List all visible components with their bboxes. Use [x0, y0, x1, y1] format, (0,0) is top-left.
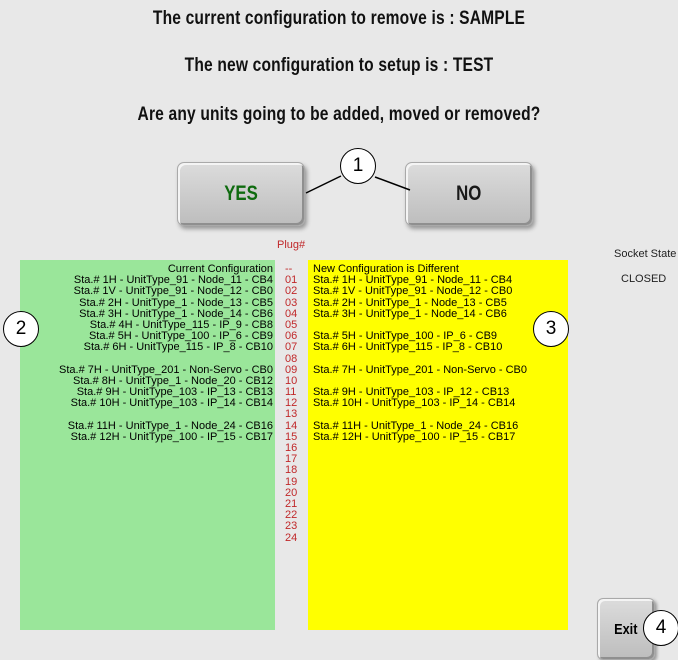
new_config-row: Sta.# 7H - UnitType_201 - Non-Servo - CB… — [313, 363, 527, 376]
current-configuration-panel: Current Configuration Sta.# 1H - UnitType… — [20, 260, 275, 630]
plug-number-header: Plug# — [277, 239, 306, 251]
socket-state-value: CLOSED — [621, 273, 667, 285]
current-row: Sta.# 6H - UnitType_115 - IP_8 - CB10 — [83, 341, 273, 354]
question-heading: Are any units going to be added, moved o… — [137, 104, 541, 125]
current-config-remove-heading: The current configuration to remove is :… — [152, 8, 526, 29]
callout-2: 2 — [3, 311, 39, 347]
new_config-row — [313, 409, 568, 420]
new-config-setup-heading: The new configuration to setup is : TEST — [184, 55, 494, 76]
socket-state-label: Socket State — [614, 248, 677, 260]
yes-button-label: YES — [224, 182, 258, 205]
new_config-row: Sta.# 3H - UnitType_1 - Node_14 - CB6 — [313, 307, 507, 320]
callout-4: 4 — [643, 610, 678, 646]
new_config-row: Sta.# 1V - UnitType_91 - Node_12 - CB0 — [313, 285, 513, 298]
current-row: Sta.# 10H - UnitType_103 - IP_14 - CB14 — [70, 397, 273, 410]
current-row — [20, 354, 273, 365]
no-button-label: NO — [456, 182, 482, 205]
plug-number: 23 — [285, 520, 298, 533]
plug-number: 02 — [285, 285, 298, 298]
new_config-row: Sta.# 6H - UnitType_115 - IP_8 - CB10 — [313, 341, 503, 354]
new-configuration-panel: New Configuration is Different Sta.# 1H -… — [308, 260, 568, 630]
new_config-row — [313, 354, 568, 365]
yes-button[interactable]: YES — [177, 162, 305, 226]
new_config-row: Sta.# 10H - UnitType_103 - IP_14 - CB14 — [313, 397, 516, 410]
new_config-row: Sta.# 12H - UnitType_100 - IP_15 - CB17 — [313, 430, 516, 443]
callout-1: 1 — [340, 148, 376, 184]
plug-number: 13 — [285, 408, 298, 421]
exit-button-label: Exit — [614, 620, 638, 638]
plug-number-column: -- 01 02 03 04 05 06 07 08 09 10 11 12 13 14 15 16 17 18 19… — [278, 263, 308, 544]
plug-number: 08 — [285, 352, 298, 365]
current-row: Sta.# 12H - UnitType_100 - IP_15 - CB17 — [70, 430, 273, 443]
plug-number: 07 — [285, 341, 298, 354]
current-row — [20, 409, 273, 420]
no-button[interactable]: NO — [405, 162, 533, 226]
plug-number: 18 — [285, 464, 298, 477]
current-row: Sta.# 1V - UnitType_91 - Node_12 - CB0 — [73, 285, 273, 298]
callout-3: 3 — [533, 311, 569, 347]
plug-number: 24 — [285, 531, 298, 544]
